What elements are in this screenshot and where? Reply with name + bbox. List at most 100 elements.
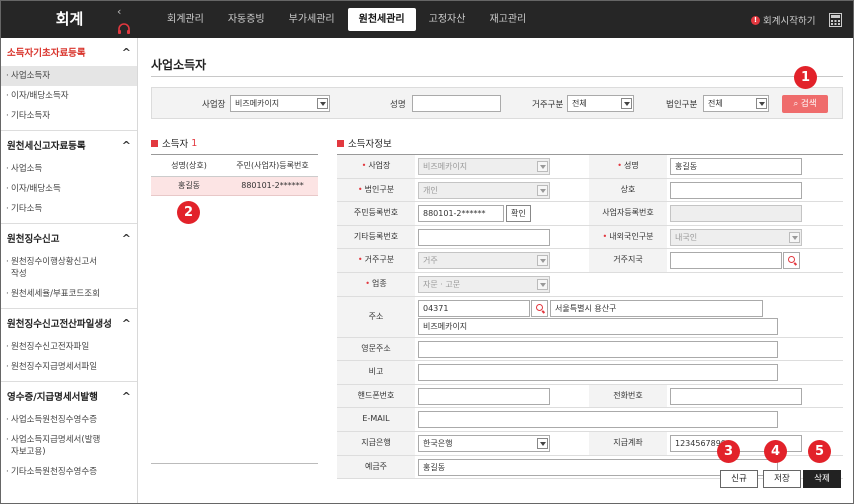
chevron-down-icon [789, 231, 800, 243]
sidebar-item-tax-rate-lookup[interactable]: 원천세세율/부표코드조회 [1, 284, 137, 304]
calculator-icon[interactable] [829, 13, 842, 27]
chevron-up-icon: ^ [121, 316, 131, 330]
headset-icon[interactable] [117, 23, 131, 35]
address-field-label: 주소 [337, 296, 415, 337]
bizno-field-input[interactable] [670, 205, 802, 223]
etcno-field-input[interactable] [418, 228, 550, 246]
foreign-field-select[interactable]: 내국인 [670, 228, 802, 246]
sidebar-item-payment-statement-file[interactable]: 원천징수지급명세서파일 [1, 357, 137, 377]
sidebar-item-interest-dividend-income[interactable]: 이자/배당소득 [1, 179, 137, 199]
save-button[interactable]: 저장 [763, 470, 801, 488]
chevron-down-icon [756, 98, 767, 109]
sidebar-item-business-receipt[interactable]: 사업소득원천징수영수증 [1, 410, 137, 430]
sidebar-section-header[interactable]: 원천징수신고 ^ [1, 224, 137, 252]
row-id: 880101-2****** [241, 181, 304, 190]
address-search-icon[interactable] [531, 299, 548, 317]
bank-field-select[interactable]: 한국은행 [418, 434, 550, 452]
form-row: • 사업장 비즈메카이지 • 성명 홍길동 [337, 155, 843, 179]
country-search-icon[interactable] [783, 252, 800, 270]
corp-search-label: 법인구분 [666, 100, 698, 110]
nav-auto-evidence[interactable]: 자동증빙 [217, 8, 276, 31]
residence-search-select[interactable]: 전체 [567, 95, 634, 112]
nav-withholding-tax[interactable]: 원천세관리 [347, 8, 416, 31]
chevron-down-icon [317, 98, 328, 109]
bizno-field-label: 사업자등록번호 [589, 202, 667, 225]
col-id-header: 주민(사업자)등록번호 [236, 161, 309, 170]
nav-accounting[interactable]: 회계관리 [156, 8, 215, 31]
sidebar-section: 소득자기초자료등록^ 사업소득자 이자/배당소득자 기타소득자 [1, 38, 137, 131]
company-field-input[interactable] [670, 181, 802, 199]
earner-count: 1 [191, 137, 198, 149]
form-row: 기타등록번호 • 내외국인구분 내국인 [337, 225, 843, 250]
sidebar-section-header[interactable]: 원천징수신고전산파일생성 ^ [1, 309, 137, 337]
sidebar-item-other-receipt[interactable]: 기타소득원천징수영수증 [1, 462, 137, 482]
form-row: 주소 04371 서울특별시 용산구 비즈메카이지 [337, 296, 843, 338]
table-row[interactable]: 홍길동 880101-2****** [151, 177, 318, 196]
address1-field-input[interactable]: 서울특별시 용산구 [550, 299, 763, 317]
sidebar-item-business-payment-statement[interactable]: 사업소득지급명세서(발행자보고용) [1, 430, 111, 462]
etcno-field-label: 기타등록번호 [337, 225, 415, 249]
sidebar-section-header[interactable]: 원천세신고자료등록 ^ [1, 131, 137, 159]
industry-field-select[interactable]: 자문 · 고문 [418, 275, 550, 293]
workplace-field-select[interactable]: 비즈메카이지 [418, 158, 550, 175]
new-button[interactable]: 신규 [720, 470, 758, 488]
delete-button[interactable]: 삭제 [803, 470, 841, 488]
chevron-down-icon [537, 161, 548, 172]
holder-field-label: 예금주 [337, 455, 415, 479]
chevron-left-icon[interactable]: ‹ [117, 5, 121, 18]
chevron-up-icon: ^ [121, 45, 131, 59]
eng-address-field-input[interactable] [418, 340, 778, 358]
chevron-down-icon [621, 98, 632, 109]
chevron-down-icon [537, 255, 548, 267]
zip-field-input[interactable]: 04371 [418, 299, 530, 317]
note-field-label: 비고 [337, 361, 415, 384]
search-button[interactable]: ⌕ 검색 [782, 95, 828, 113]
title-divider [151, 76, 843, 77]
industry-field-label: • 업종 [337, 272, 415, 296]
earner-info-header: 소득자정보 [337, 136, 392, 150]
mobile-field-input[interactable] [418, 387, 550, 405]
sidebar-item-interest-dividend-earner[interactable]: 이자/배당소득자 [1, 86, 137, 106]
nav-vat[interactable]: 부가세관리 [278, 8, 346, 31]
nav-inventory[interactable]: 재고관리 [478, 8, 537, 31]
sidebar-item-other-income[interactable]: 기타소득 [1, 199, 137, 219]
sidebar-item-other-income-earner[interactable]: 기타소득자 [1, 106, 137, 126]
corp-search-select[interactable]: 전체 [703, 95, 769, 112]
name-field-label: • 성명 [589, 155, 667, 178]
rrn-field-input[interactable]: 880101-2****** [418, 205, 504, 223]
country-field-input[interactable] [670, 252, 782, 270]
email-field-input[interactable] [418, 411, 778, 429]
sidebar-item-business-income[interactable]: 사업소득 [1, 159, 137, 179]
start-accounting-link[interactable]: ! 회계시작하기 [751, 13, 815, 27]
search-bar: 사업장 비즈메카이지 성명 거주구분 전체 법인구분 전체 ⌕ 검색 [151, 87, 843, 119]
sidebar-item-electronic-file[interactable]: 원천징수신고전자파일 [1, 337, 137, 357]
name-search-input[interactable] [412, 95, 501, 112]
sidebar-section: 영수증/지급명세서발행^ 사업소득원천징수영수증 사업소득지급명세서(발행자보고… [1, 382, 137, 482]
chevron-up-icon: ^ [121, 231, 131, 245]
sidebar-section: 원천징수신고전산파일생성^ 원천징수신고전자파일 원천징수지급명세서파일 [1, 309, 137, 382]
note-field-input[interactable] [418, 364, 778, 382]
address2-field-input[interactable]: 비즈메카이지 [418, 317, 778, 335]
col-name-header: 성명(상호) [171, 161, 207, 170]
phone-field-input[interactable] [670, 387, 802, 405]
nav-fixed-assets[interactable]: 고정자산 [418, 8, 477, 31]
workplace-select[interactable]: 비즈메카이지 [230, 95, 330, 112]
chevron-up-icon: ^ [121, 389, 131, 403]
sidebar-section-header[interactable]: 영수증/지급명세서발행 ^ [1, 382, 137, 410]
callout-badge-2: 2 [177, 201, 200, 224]
corp-field-select[interactable]: 개인 [418, 181, 550, 199]
form-row: 영문주소 [337, 337, 843, 362]
sidebar-section-header[interactable]: 소득자기초자료등록 ^ [1, 38, 137, 66]
callout-badge-3: 3 [717, 440, 740, 463]
country-field-label: 거주지국 [589, 249, 667, 272]
name-field-input[interactable]: 홍길동 [670, 158, 802, 175]
sidebar-item-withholding-report[interactable]: 원천징수이행상황신고서작성 [1, 252, 111, 284]
rrn-confirm-button[interactable]: 확인 [506, 205, 531, 223]
corp-field-label: • 법인구분 [337, 178, 415, 202]
list-bottom-line [151, 463, 318, 464]
residence-field-label: • 거주구분 [337, 249, 415, 272]
residence-field-select[interactable]: 거주 [418, 252, 550, 270]
eng-address-field-label: 영문주소 [337, 337, 415, 361]
callout-badge-1: 1 [794, 66, 817, 89]
sidebar-item-business-income-earner[interactable]: 사업소득자 [1, 66, 137, 86]
